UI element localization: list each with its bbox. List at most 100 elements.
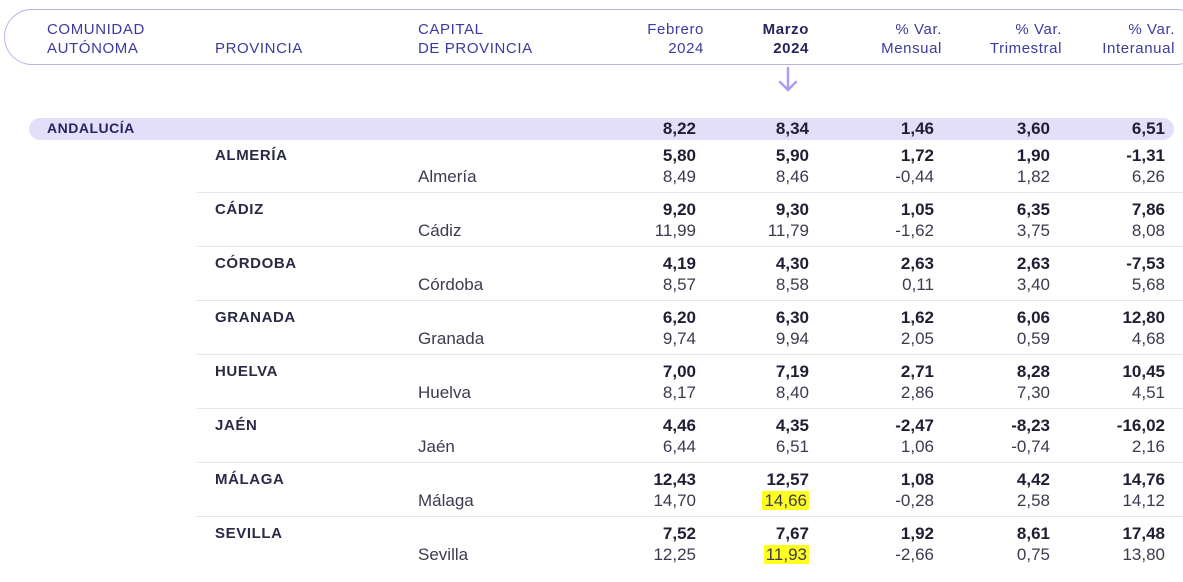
province-mensual: 1,92 <box>900 524 934 543</box>
province-mensual: 2,71 <box>900 362 934 381</box>
capital-mar: 9,94 <box>775 329 809 348</box>
capital-trimestral: 2,58 <box>1016 491 1050 510</box>
province-name: GRANADA <box>215 309 296 326</box>
capital-name: Córdoba <box>418 275 484 294</box>
province-trimestral: 6,35 <box>1016 200 1050 219</box>
capital-trimestral: 3,75 <box>1016 221 1050 240</box>
row-divider <box>197 408 1183 409</box>
province-mar: 7,67 <box>775 524 809 543</box>
capital-mensual: -0,44 <box>895 167 934 186</box>
capital-mar: 11,79 <box>767 221 809 240</box>
capital-name: Málaga <box>418 491 474 510</box>
capital-trimestral: 3,40 <box>1016 275 1050 294</box>
header-var-trimestral: % Var. Trimestral <box>989 21 1062 57</box>
capital-mar: 11,93 <box>719 545 809 565</box>
province-trimestral: 4,42 <box>1016 470 1050 489</box>
province-name: ALMERÍA <box>215 147 288 164</box>
province-mensual: 1,62 <box>900 308 934 327</box>
province-name: JAÉN <box>215 417 258 434</box>
province-name: HUELVA <box>215 363 279 380</box>
region-mensual: 1,46 <box>900 119 934 138</box>
province-mensual: 1,08 <box>900 470 934 489</box>
highlight-mark: 11,93 <box>763 545 809 564</box>
province-interanual: 12,80 <box>1122 308 1165 327</box>
capital-name: Huelva <box>418 383 471 402</box>
capital-feb: 6,44 <box>662 437 696 456</box>
capital-mensual: 1,06 <box>900 437 934 456</box>
capital-mar: 8,46 <box>775 167 809 186</box>
province-mar: 5,90 <box>775 146 809 165</box>
province-mensual: 1,05 <box>900 200 934 219</box>
capital-trimestral: 0,59 <box>1016 329 1050 348</box>
capital-trimestral: 7,30 <box>1016 383 1050 402</box>
region-feb: 8,22 <box>662 119 696 138</box>
capital-interanual: 4,68 <box>1131 329 1165 348</box>
capital-mensual: -2,66 <box>895 545 934 564</box>
province-mar: 12,57 <box>766 470 809 489</box>
capital-interanual: 14,12 <box>1122 491 1165 510</box>
capital-name: Almería <box>418 167 477 186</box>
region-mar: 8,34 <box>775 119 809 138</box>
capital-feb: 8,57 <box>662 275 696 294</box>
capital-feb: 9,74 <box>662 329 696 348</box>
capital-interanual: 8,08 <box>1131 221 1165 240</box>
province-feb: 9,20 <box>662 200 696 219</box>
province-interanual: 7,86 <box>1131 200 1165 219</box>
capital-mensual: -0,28 <box>895 491 934 510</box>
province-feb: 7,00 <box>662 362 696 381</box>
province-trimestral: 8,28 <box>1016 362 1050 381</box>
region-name: ANDALUCÍA <box>47 120 135 136</box>
row-divider <box>197 246 1183 247</box>
capital-trimestral: 0,75 <box>1016 545 1050 564</box>
province-feb: 4,19 <box>662 254 696 273</box>
capital-interanual: 13,80 <box>1122 545 1165 564</box>
capital-name: Granada <box>418 329 485 348</box>
header-comunidad: COMUNIDAD AUTÓNOMA <box>47 21 145 57</box>
capital-feb: 8,17 <box>662 383 696 402</box>
region-trimestral: 3,60 <box>1016 119 1050 138</box>
capital-trimestral: 1,82 <box>1016 167 1050 186</box>
header-marzo: Marzo 2024 <box>762 21 809 57</box>
capital-feb: 8,49 <box>662 167 696 186</box>
row-divider <box>197 300 1183 301</box>
province-mensual: 1,72 <box>900 146 934 165</box>
capital-name: Cádiz <box>418 221 462 240</box>
capital-interanual: 5,68 <box>1131 275 1165 294</box>
row-divider <box>197 462 1183 463</box>
capital-feb: 14,70 <box>653 491 696 510</box>
row-divider <box>197 516 1183 517</box>
capital-mensual: 0,11 <box>902 275 934 294</box>
capital-mensual: -1,62 <box>895 221 934 240</box>
header-var-interanual: % Var. Interanual <box>1102 21 1175 57</box>
capital-mensual: 2,05 <box>900 329 934 348</box>
province-feb: 12,43 <box>653 470 696 489</box>
province-interanual: -1,31 <box>1126 146 1165 165</box>
province-mar: 4,35 <box>775 416 809 435</box>
province-trimestral: 2,63 <box>1016 254 1050 273</box>
arrow-down-icon <box>778 66 798 92</box>
province-interanual: 14,76 <box>1122 470 1165 489</box>
capital-name: Jaén <box>418 437 455 456</box>
capital-feb: 11,99 <box>654 221 696 240</box>
header-febrero: Febrero 2024 <box>647 21 704 57</box>
province-mensual: -2,47 <box>895 416 934 435</box>
capital-mar: 14,66 <box>719 491 809 511</box>
capital-feb: 12,25 <box>653 545 696 564</box>
province-mar: 6,30 <box>775 308 809 327</box>
province-mar: 4,30 <box>775 254 809 273</box>
capital-mar: 6,51 <box>775 437 809 456</box>
capital-interanual: 2,16 <box>1131 437 1165 456</box>
province-mar: 7,19 <box>775 362 809 381</box>
province-trimestral: -8,23 <box>1011 416 1050 435</box>
header-provincia: PROVINCIA <box>215 40 303 57</box>
capital-trimestral: -0,74 <box>1011 437 1050 456</box>
row-divider <box>197 354 1183 355</box>
header-var-mensual: % Var. Mensual <box>881 21 942 57</box>
province-name: SEVILLA <box>215 525 283 542</box>
capital-mar: 8,58 <box>775 275 809 294</box>
province-feb: 5,80 <box>662 146 696 165</box>
province-name: CÁDIZ <box>215 201 264 218</box>
province-mar: 9,30 <box>775 200 809 219</box>
province-mensual: 2,63 <box>900 254 934 273</box>
header-capital: CAPITAL DE PROVINCIA <box>418 21 533 57</box>
